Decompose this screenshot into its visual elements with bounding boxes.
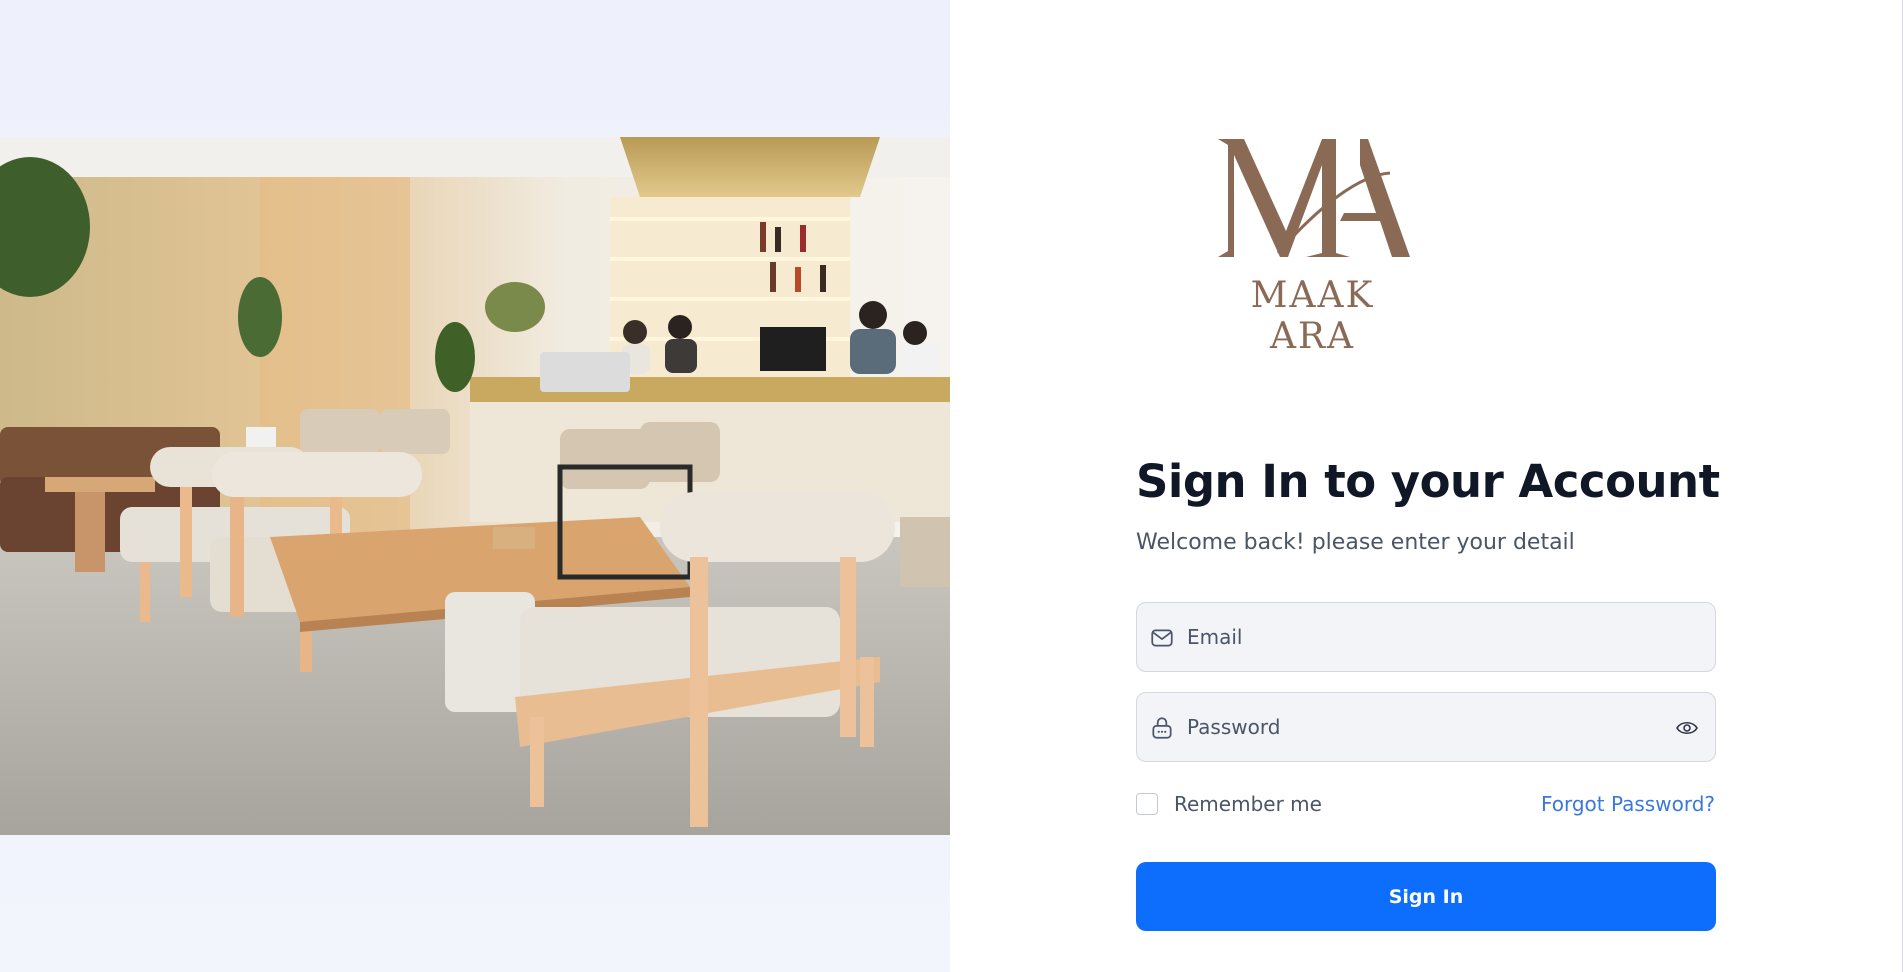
email-input[interactable]: [1187, 603, 1657, 671]
left-panel: [0, 0, 950, 972]
remember-me-label: Remember me: [1174, 792, 1322, 816]
eye-icon[interactable]: [1675, 717, 1699, 739]
page-subtitle: Welcome back! please enter your detail: [1136, 530, 1575, 555]
mail-icon: [1151, 629, 1173, 647]
password-field[interactable]: [1136, 692, 1716, 762]
email-field[interactable]: [1136, 602, 1716, 672]
brand-name: MAAK ARA: [1250, 275, 1375, 357]
brand-logo: MAAK ARA: [1210, 135, 1420, 357]
password-input[interactable]: [1187, 693, 1657, 761]
ma-monogram-icon: [1218, 139, 1410, 257]
remember-me-checkbox[interactable]: [1136, 793, 1158, 815]
forgot-password-link[interactable]: Forgot Password?: [1541, 792, 1715, 816]
remember-me[interactable]: Remember me: [1136, 792, 1322, 816]
sign-in-button[interactable]: Sign In: [1136, 862, 1716, 931]
page-title: Sign In to your Account: [1136, 455, 1720, 508]
lock-icon: [1152, 717, 1172, 739]
hero-photo: [0, 137, 950, 835]
